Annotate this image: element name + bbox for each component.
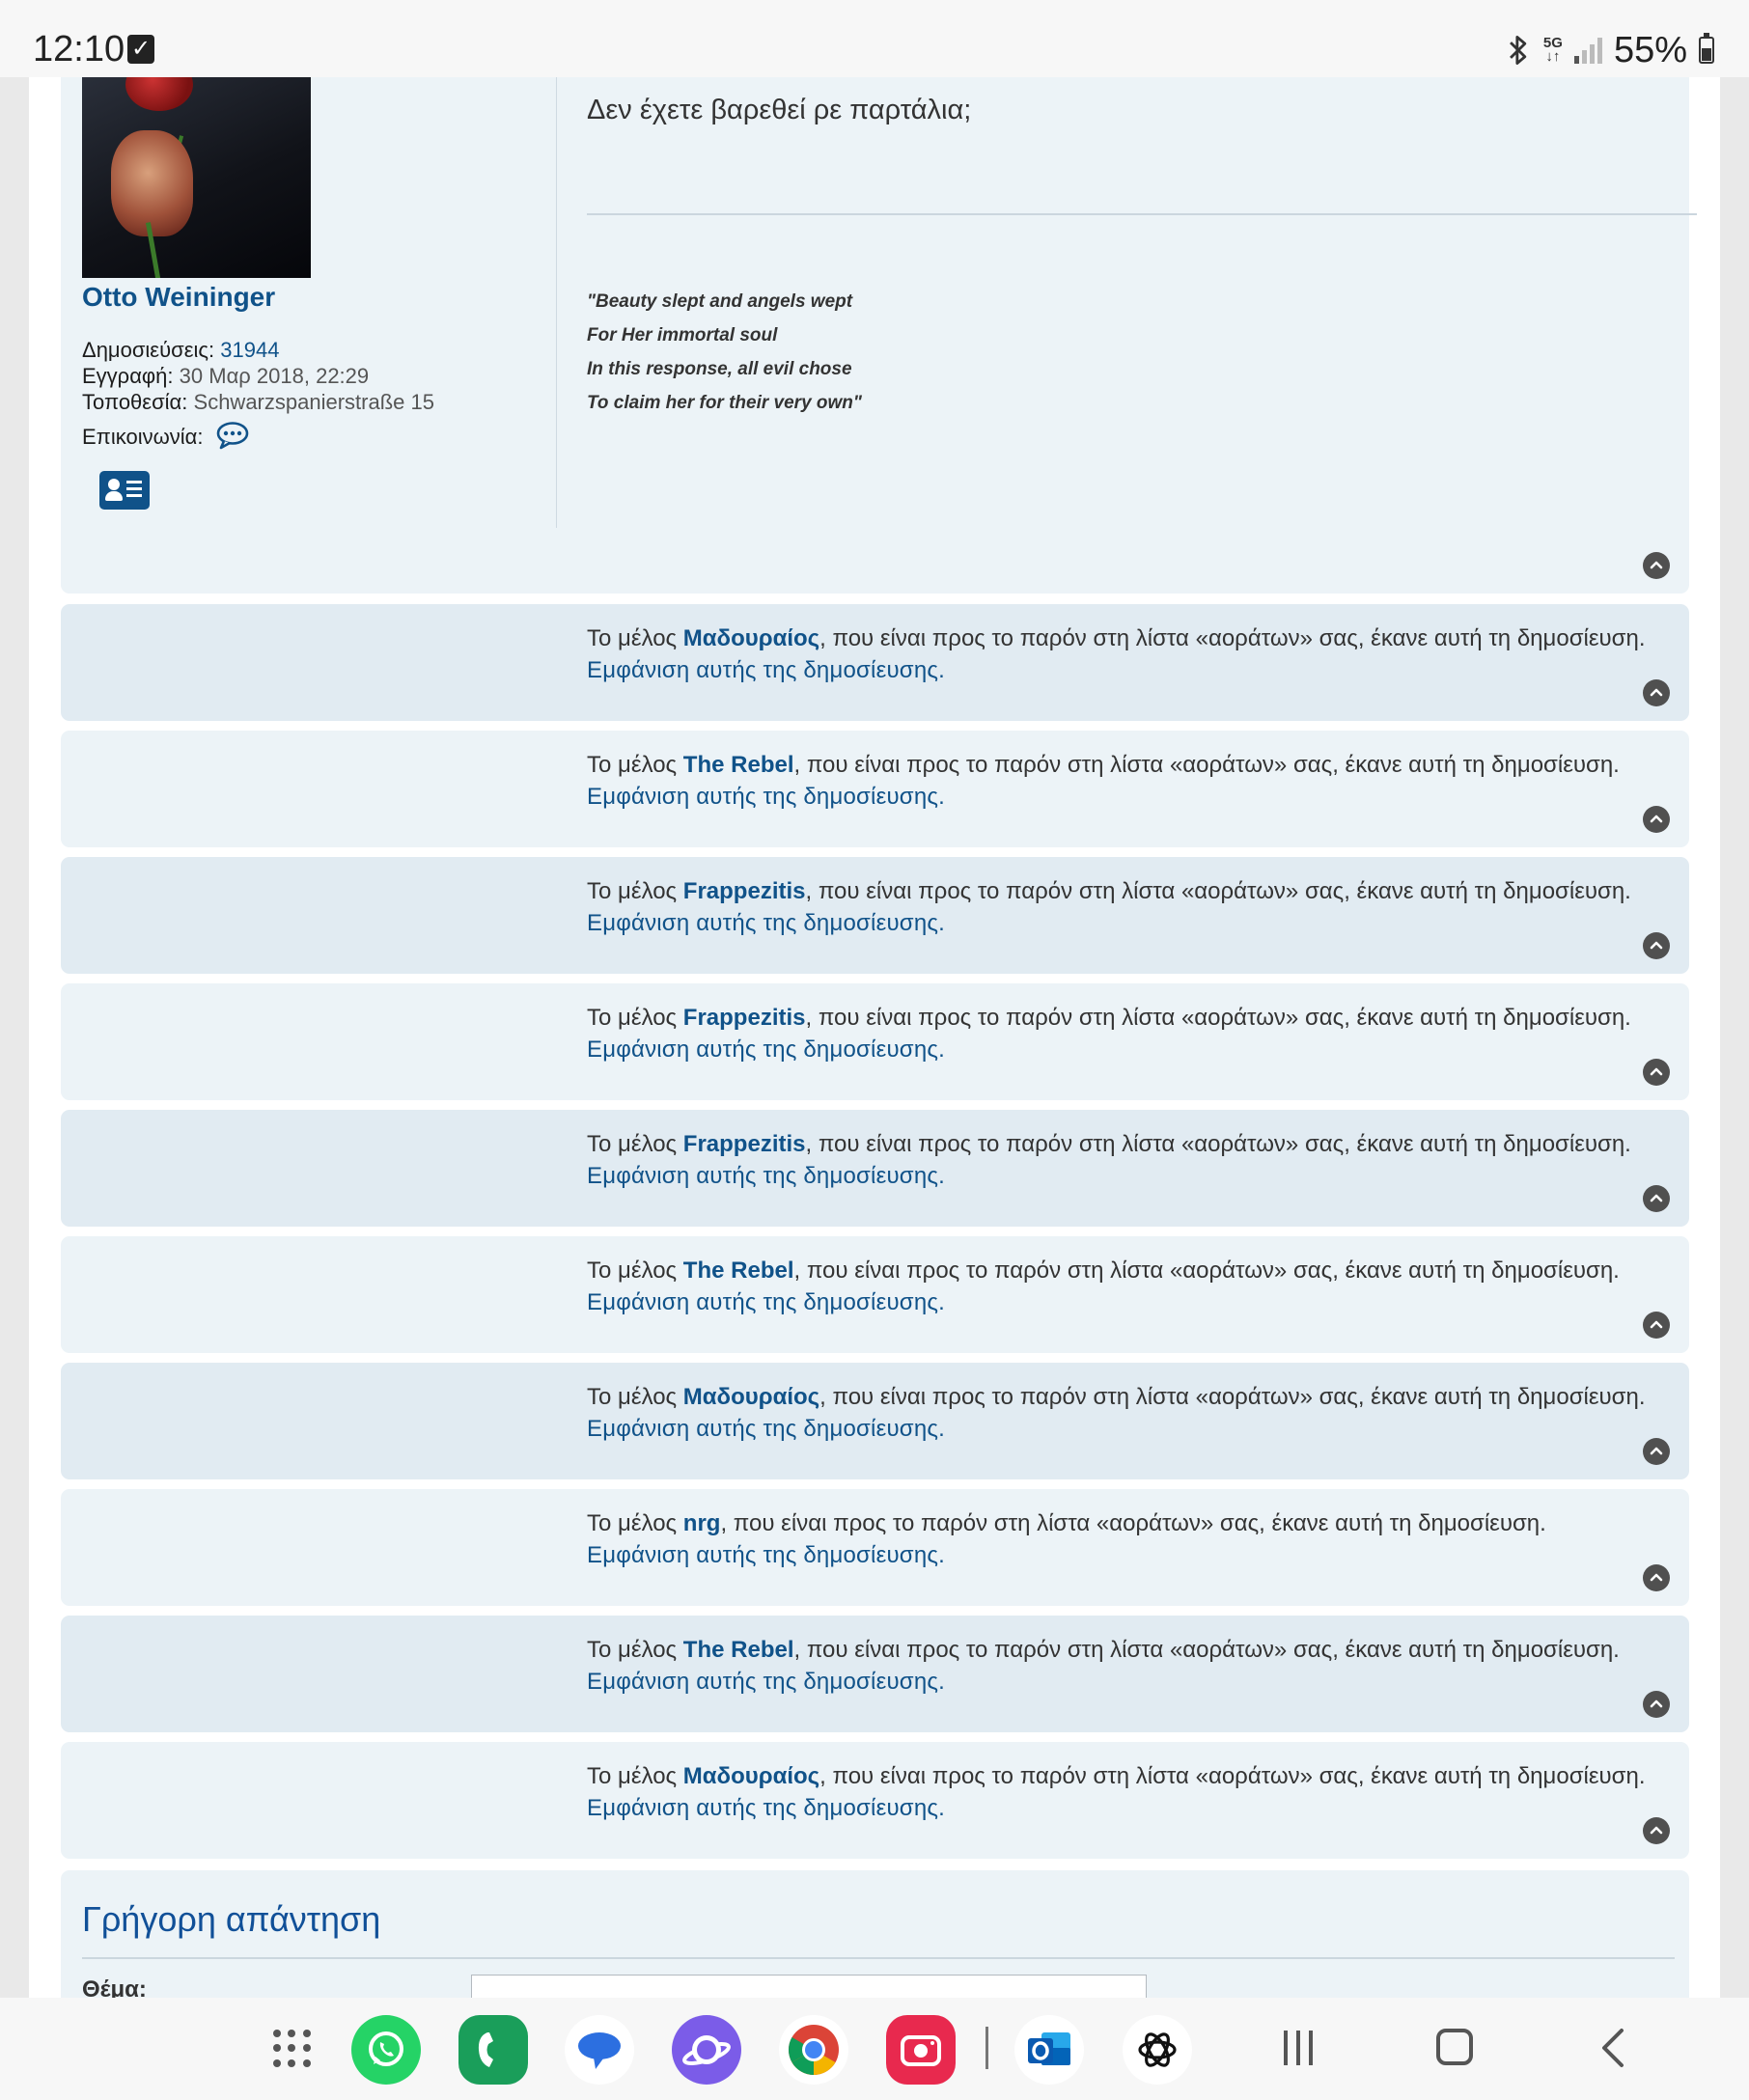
back-to-top-icon[interactable]: [1643, 1817, 1670, 1844]
post-otto-weininger: Otto Weininger Δημοσιεύσεις: 31944 Εγγρα…: [61, 77, 1697, 594]
phone-icon[interactable]: [458, 2015, 528, 2085]
ignored-post: Το μέλος nrg, που είναι προς το παρόν στ…: [61, 1489, 1689, 1606]
ignored-post: Το μέλος Frappezitis, που είναι προς το …: [61, 1110, 1689, 1227]
show-post-link[interactable]: Εμφάνιση αυτής της δημοσίευσης.: [587, 1669, 945, 1696]
clock: 12:10: [33, 29, 125, 69]
bluetooth-icon: [1509, 35, 1527, 66]
ignored-post: Το μέλος Μαδουραίος, που είναι προς το π…: [61, 1742, 1689, 1859]
signal-icon: [1573, 37, 1602, 64]
signature-line: For Her immortal soul: [587, 325, 778, 345]
post-author-link[interactable]: Otto Weininger: [82, 282, 275, 313]
show-post-link[interactable]: Εμφάνιση αυτής της δημοσίευσης.: [587, 1036, 945, 1064]
ignored-member-link[interactable]: nrg: [683, 1510, 721, 1536]
show-post-link[interactable]: Εμφάνιση αυτής της δημοσίευσης.: [587, 657, 945, 684]
contact-chat-icon[interactable]: [215, 421, 250, 450]
show-post-link[interactable]: Εμφάνιση αυτής της δημοσίευσης.: [587, 1795, 945, 1822]
ignored-post-notice: Το μέλος The Rebel, που είναι προς το πα…: [587, 1637, 1620, 1663]
ignored-post-notice: Το μέλος Frappezitis, που είναι προς το …: [587, 878, 1631, 904]
back-to-top-icon[interactable]: [1643, 552, 1670, 579]
whatsapp-icon[interactable]: [351, 2015, 421, 2085]
network-type: 5G ↓↑: [1542, 35, 1563, 65]
post-divider: [556, 77, 557, 528]
home-icon[interactable]: [1436, 2029, 1473, 2065]
back-to-top-icon[interactable]: [1643, 932, 1670, 959]
back-to-top-icon[interactable]: [1643, 806, 1670, 833]
camera-icon[interactable]: [886, 2015, 956, 2085]
navigation-bar: [0, 1998, 1749, 2100]
ignored-member-link[interactable]: The Rebel: [683, 1637, 794, 1663]
back-to-top-icon[interactable]: [1643, 1564, 1670, 1591]
contact-row: Επικοινωνία:: [82, 421, 250, 450]
ignored-post-notice: Το μέλος Μαδουραίος, που είναι προς το π…: [587, 1763, 1646, 1789]
signature-line: In this response, all evil chose: [587, 359, 852, 379]
show-post-link[interactable]: Εμφάνιση αυτής της δημοσίευσης.: [587, 910, 945, 937]
ignored-post: Το μέλος Μαδουραίος, που είναι προς το π…: [61, 1363, 1689, 1479]
show-post-link[interactable]: Εμφάνιση αυτής της δημοσίευσης.: [587, 1416, 945, 1443]
status-icons: 5G ↓↑ 55%: [1505, 29, 1714, 71]
back-to-top-icon[interactable]: [1643, 1059, 1670, 1086]
vcard-icon[interactable]: [99, 471, 150, 510]
chrome-icon[interactable]: [779, 2015, 848, 2085]
show-post-link[interactable]: Εμφάνιση αυτής της δημοσίευσης.: [587, 1163, 945, 1190]
user-avatar[interactable]: [82, 77, 311, 278]
ignored-post-notice: Το μέλος nrg, που είναι προς το παρόν στ…: [587, 1510, 1546, 1536]
topic-page[interactable]: Otto Weininger Δημοσιεύσεις: 31944 Εγγρα…: [29, 77, 1720, 2005]
ignored-post-notice: Το μέλος The Rebel, που είναι προς το πα…: [587, 752, 1620, 778]
ignored-post-notice: Το μέλος Frappezitis, που είναι προς το …: [587, 1131, 1631, 1157]
quick-reply-panel: Γρήγορη απάντηση Θέμα:: [61, 1870, 1689, 2005]
messages-icon[interactable]: [565, 2015, 634, 2085]
ignored-post-notice: Το μέλος Μαδουραίος, που είναι προς το π…: [587, 1384, 1646, 1410]
quick-reply-separator: [82, 1957, 1675, 1959]
location: Τοποθεσία: Schwarzspanierstraße 15: [82, 390, 434, 414]
signature-line: To claim her for their very own": [587, 393, 862, 413]
back-to-top-icon[interactable]: [1643, 679, 1670, 706]
joined-date: Εγγραφή: 30 Μαρ 2018, 22:29: [82, 364, 370, 388]
outlook-icon[interactable]: [1014, 2015, 1084, 2085]
post-content: Δεν έχετε βαρεθεί ρε παρτάλια;: [587, 95, 972, 125]
ignored-post: Το μέλος Frappezitis, που είναι προς το …: [61, 857, 1689, 974]
show-post-link[interactable]: Εμφάνιση αυτής της δημοσίευσης.: [587, 1542, 945, 1569]
ignored-post: Το μέλος Frappezitis, που είναι προς το …: [61, 983, 1689, 1100]
ignored-member-link[interactable]: Frappezitis: [683, 878, 806, 904]
show-post-link[interactable]: Εμφάνιση αυτής της δημοσίευσης.: [587, 1289, 945, 1316]
battery-percentage: 55%: [1613, 29, 1687, 70]
show-post-link[interactable]: Εμφάνιση αυτής της δημοσίευσης.: [587, 784, 945, 811]
ignored-post: Το μέλος The Rebel, που είναι προς το πα…: [61, 1616, 1689, 1732]
status-bar: 12:10 ✓ 5G ↓↑ 55%: [0, 0, 1749, 77]
ignored-member-link[interactable]: The Rebel: [683, 752, 794, 778]
quick-reply-title: Γρήγορη απάντηση: [82, 1899, 381, 1939]
ignored-member-link[interactable]: Μαδουραίος: [683, 1384, 819, 1410]
battery-icon: [1699, 33, 1714, 64]
ignored-member-link[interactable]: The Rebel: [683, 1257, 794, 1284]
ignored-member-link[interactable]: Frappezitis: [683, 1131, 806, 1157]
dock-separator: [986, 2027, 988, 2069]
ignored-post: Το μέλος The Rebel, που είναι προς το πα…: [61, 731, 1689, 847]
recent-apps-icon[interactable]: [1284, 2031, 1313, 2065]
back-to-top-icon[interactable]: [1643, 1438, 1670, 1465]
back-to-top-icon[interactable]: [1643, 1691, 1670, 1718]
signature-separator: [587, 213, 1697, 215]
signature-line: "Beauty slept and angels wept: [587, 291, 853, 312]
ignored-post: Το μέλος Μαδουραίος, που είναι προς το π…: [61, 604, 1689, 721]
samsung-internet-icon[interactable]: [672, 2015, 741, 2085]
ignored-member-link[interactable]: Μαδουραίος: [683, 625, 819, 651]
posts-count: Δημοσιεύσεις: 31944: [82, 338, 280, 362]
ignored-post-notice: Το μέλος The Rebel, που είναι προς το πα…: [587, 1257, 1620, 1284]
back-icon[interactable]: [1595, 2027, 1633, 2069]
back-to-top-icon[interactable]: [1643, 1185, 1670, 1212]
checkbox-notification-icon: ✓: [127, 35, 154, 64]
posts-count-link[interactable]: 31944: [220, 338, 279, 362]
ignored-post-notice: Το μέλος Frappezitis, που είναι προς το …: [587, 1005, 1631, 1031]
ignored-post-notice: Το μέλος Μαδουραίος, που είναι προς το π…: [587, 625, 1646, 651]
chatgpt-icon[interactable]: [1123, 2015, 1192, 2085]
ignored-post: Το μέλος The Rebel, που είναι προς το πα…: [61, 1236, 1689, 1353]
ignored-member-link[interactable]: Frappezitis: [683, 1005, 806, 1031]
apps-grid-icon[interactable]: [273, 2030, 312, 2068]
back-to-top-icon[interactable]: [1643, 1312, 1670, 1339]
ignored-member-link[interactable]: Μαδουραίος: [683, 1763, 819, 1789]
